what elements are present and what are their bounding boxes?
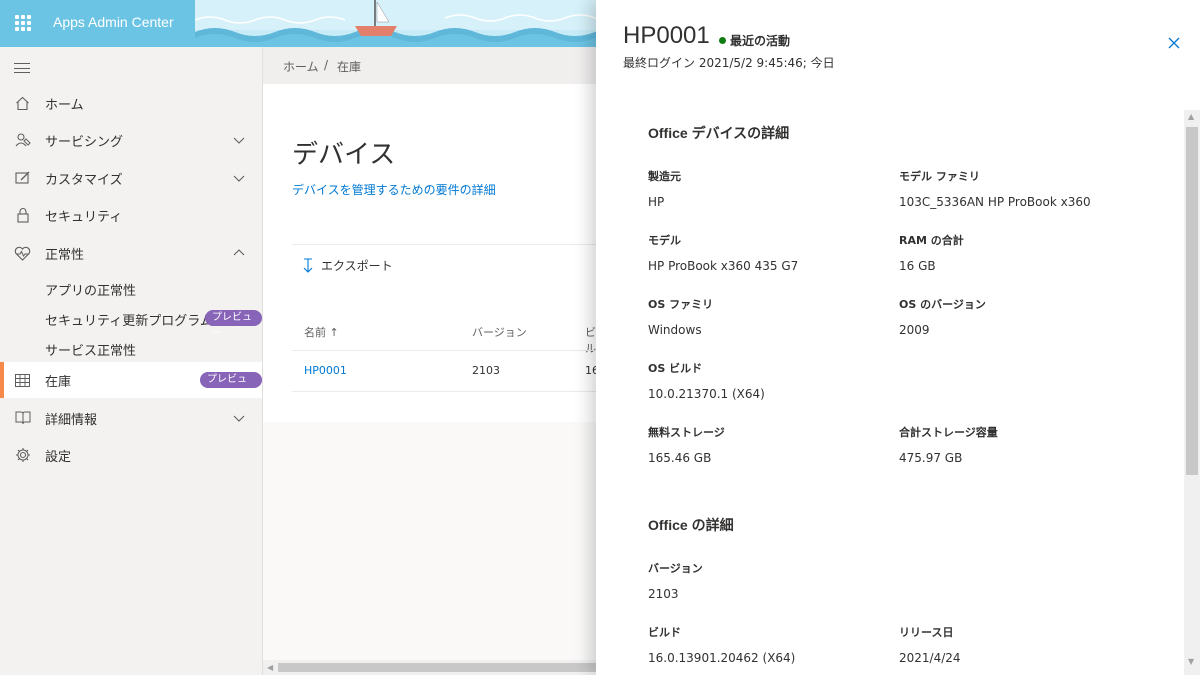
- table-cell-version: 2103: [472, 364, 500, 377]
- heart-pulse-icon: [14, 245, 31, 262]
- sidebar-item-label: サービシング: [45, 134, 124, 150]
- field-value-free-storage: 165.46 GB: [648, 451, 712, 465]
- field-label-free-storage: 無料ストレージ: [648, 426, 725, 439]
- sidebar-item-settings[interactable]: 設定: [0, 437, 262, 473]
- field-label-model-family: モデル ファミリ: [899, 170, 980, 183]
- sidebar-subitem-service-health[interactable]: サービス正常性: [45, 340, 136, 359]
- download-arrow-icon: [303, 257, 313, 273]
- field-label-build: ビルド: [648, 626, 681, 639]
- field-label-total-storage: 合計ストレージ容量: [899, 426, 998, 439]
- sidebar-subitem-security-updates[interactable]: セキュリティ更新プログラム...: [45, 310, 225, 329]
- servicing-icon: [14, 132, 31, 149]
- devices-page: デバイス デバイスを管理するための要件の詳細 エクスポート 名前 ↑ バージョン…: [263, 84, 600, 422]
- close-icon[interactable]: [1167, 36, 1181, 50]
- sidebar-item-home[interactable]: ホーム: [0, 85, 262, 121]
- sidebar-item-inventory[interactable]: 在庫 プレビュー: [0, 362, 262, 401]
- field-value-os-build: 10.0.21370.1 (X64): [648, 387, 765, 401]
- sidebar-item-label: ホーム: [45, 97, 84, 113]
- device-name-link[interactable]: HP0001: [304, 364, 347, 377]
- sidebar: ホーム サービシング カスタマイズ セキュリティ 正常性 アプリの正常性 セキュ…: [0, 47, 263, 675]
- column-header-version[interactable]: バージョン: [472, 324, 527, 340]
- chevron-down-icon[interactable]: [232, 411, 246, 425]
- app-title[interactable]: Apps Admin Center: [53, 14, 174, 30]
- field-value-model: HP ProBook x360 435 G7: [648, 259, 799, 273]
- field-value-model-family: 103C_5336AN HP ProBook x360: [899, 195, 1091, 209]
- status-text: 最近の活動: [730, 34, 791, 48]
- field-value-build: 16.0.13901.20462 (X64): [648, 651, 796, 665]
- sidebar-item-label: 設定: [45, 449, 72, 465]
- field-value-os-family: Windows: [648, 323, 702, 337]
- row-divider: [292, 391, 600, 392]
- sidebar-item-label: 在庫: [45, 374, 72, 390]
- vertical-scrollbar[interactable]: ▲ ▼: [1184, 110, 1200, 675]
- export-button[interactable]: エクスポート: [303, 257, 393, 274]
- divider: [292, 244, 600, 245]
- sidebar-item-label: セキュリティ: [45, 209, 123, 225]
- field-value-version: 2103: [648, 587, 679, 601]
- menu-toggle-icon[interactable]: [14, 63, 30, 73]
- requirements-link[interactable]: デバイスを管理するための要件の詳細: [292, 181, 496, 198]
- field-value-ram: 16 GB: [899, 259, 936, 273]
- last-login-text: 最終ログイン 2021/5/2 9:45:46; 今日: [623, 56, 835, 70]
- scroll-up-icon[interactable]: ▲: [1188, 112, 1194, 121]
- preview-badge: プレビュー: [200, 372, 262, 401]
- sidebar-item-customize[interactable]: カスタマイズ: [0, 160, 262, 196]
- book-icon: [14, 410, 31, 427]
- grid-icon: [14, 372, 31, 389]
- scroll-left-icon[interactable]: ◀: [267, 663, 273, 672]
- field-label-model: モデル: [648, 234, 681, 247]
- sidebar-item-label: カスタマイズ: [45, 172, 123, 188]
- device-details-panel: HP0001 最近の活動 最終ログイン 2021/5/2 9:45:46; 今日…: [596, 0, 1200, 675]
- chevron-down-icon[interactable]: [232, 133, 246, 147]
- field-label-manufacturer: 製造元: [648, 170, 681, 183]
- gear-icon: [14, 447, 31, 464]
- page-title: デバイス: [292, 139, 396, 169]
- header-banner-illustration: [195, 0, 615, 47]
- field-value-release-date: 2021/4/24: [899, 651, 961, 665]
- field-value-manufacturer: HP: [648, 195, 665, 209]
- scrollbar-thumb[interactable]: [278, 663, 600, 672]
- sidebar-item-label: 正常性: [45, 247, 85, 263]
- sidebar-item-learn-more[interactable]: 詳細情報: [0, 400, 262, 436]
- panel-title: HP0001: [623, 22, 710, 49]
- scroll-down-icon[interactable]: ▼: [1188, 657, 1194, 666]
- field-value-total-storage: 475.97 GB: [899, 451, 963, 465]
- status-dot-icon: [719, 37, 726, 44]
- field-label-os-family: OS ファミリ: [648, 298, 714, 311]
- main-content: ホーム / 在庫 デバイス デバイスを管理するための要件の詳細 エクスポート 名…: [263, 47, 600, 675]
- sidebar-subitem-app-health[interactable]: アプリの正常性: [45, 280, 136, 299]
- breadcrumb-current: 在庫: [337, 60, 362, 74]
- chevron-down-icon[interactable]: [232, 171, 246, 185]
- breadcrumb-separator: /: [324, 58, 329, 72]
- export-label: エクスポート: [321, 259, 393, 273]
- row-divider: [292, 350, 600, 351]
- activity-status: 最近の活動: [719, 32, 790, 49]
- sidebar-item-label: 詳細情報: [45, 412, 98, 428]
- horizontal-scrollbar[interactable]: ◀: [263, 660, 600, 675]
- field-label-release-date: リリース日: [899, 626, 954, 639]
- chevron-up-icon[interactable]: [232, 246, 246, 260]
- lock-icon: [14, 207, 31, 224]
- home-icon: [14, 95, 31, 112]
- field-label-ram: RAM の合計: [899, 234, 964, 247]
- field-value-os-version: 2009: [899, 323, 930, 337]
- app-launcher-icon[interactable]: [15, 15, 31, 31]
- sidebar-item-servicing[interactable]: サービシング: [0, 122, 262, 158]
- breadcrumb: ホーム / 在庫: [263, 47, 600, 84]
- preview-badge: プレビュー: [205, 310, 262, 339]
- field-label-os-build: OS ビルド: [648, 362, 703, 375]
- section-title-device-details: Office デバイスの詳細: [648, 125, 790, 141]
- customize-icon: [14, 170, 31, 187]
- scrollbar-thumb[interactable]: [1186, 127, 1198, 475]
- field-label-os-version: OS のバージョン: [899, 298, 986, 311]
- breadcrumb-home[interactable]: ホーム: [283, 58, 319, 75]
- sidebar-item-health[interactable]: 正常性: [0, 235, 262, 271]
- section-title-office-details: Office の詳細: [648, 517, 734, 533]
- sidebar-item-security[interactable]: セキュリティ: [0, 197, 262, 233]
- column-header-name[interactable]: 名前 ↑: [304, 324, 339, 340]
- field-label-version: バージョン: [648, 562, 703, 575]
